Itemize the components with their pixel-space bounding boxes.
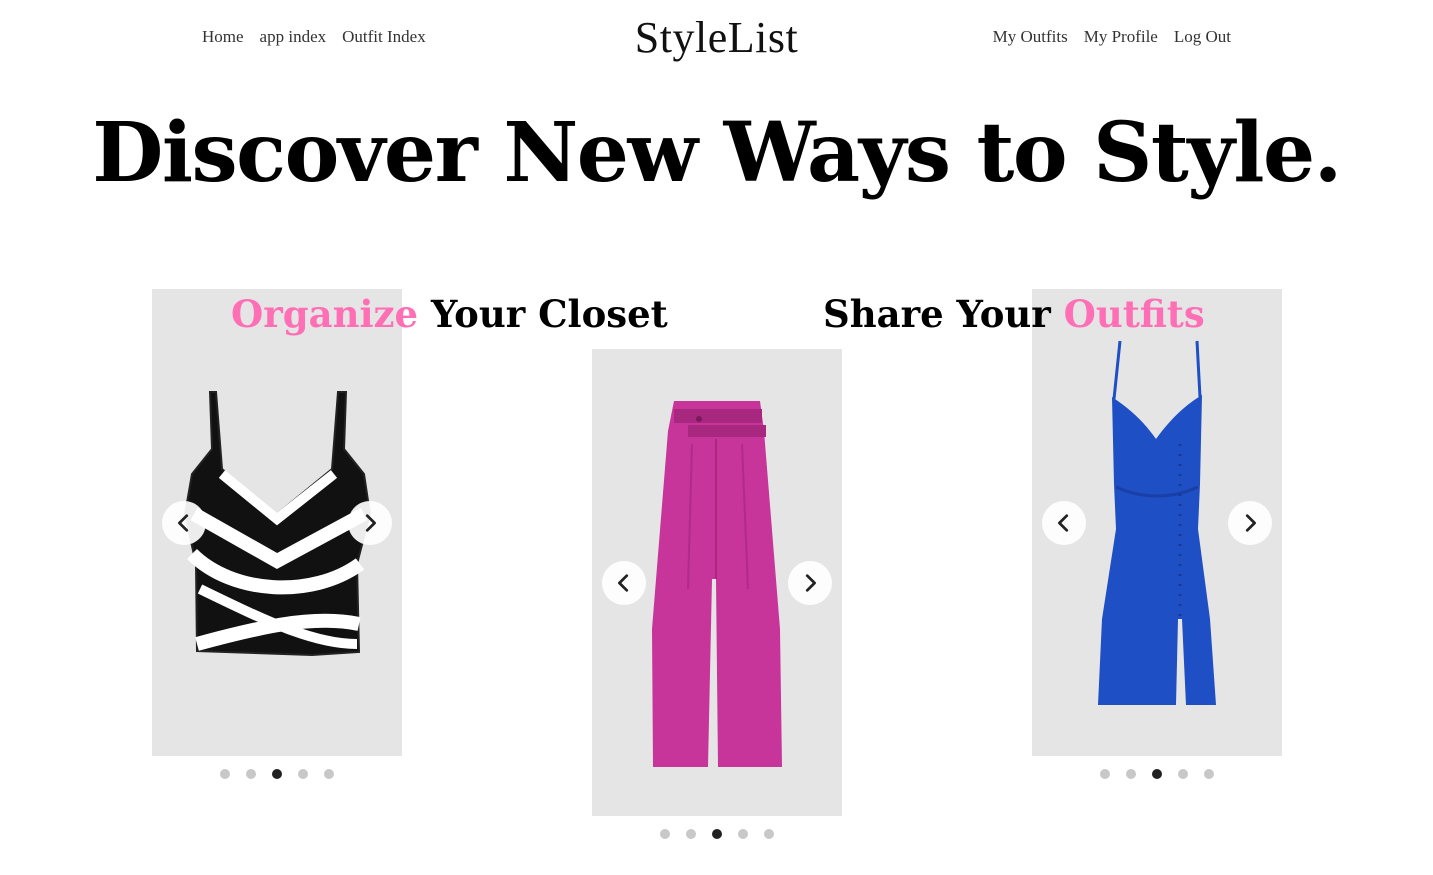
pants-prev-button[interactable] (602, 561, 646, 605)
chevron-left-icon (618, 574, 629, 592)
carousel-dot-active[interactable] (1152, 769, 1162, 779)
carousel-dot[interactable] (764, 829, 774, 839)
tagline-share: Share Your Outfits (823, 290, 1205, 338)
closet-carousel-dots (152, 769, 402, 779)
pants-next-button[interactable] (788, 561, 832, 605)
chevron-right-icon (365, 514, 376, 532)
chevron-left-icon (1058, 514, 1069, 532)
carousel-closet (152, 289, 402, 756)
chevron-right-icon (805, 574, 816, 592)
carousel-dot[interactable] (246, 769, 256, 779)
outfits-prev-button[interactable] (1042, 501, 1086, 545)
outfits-carousel-dots (1032, 769, 1282, 779)
carousel-outfits (1032, 289, 1282, 756)
tagline-organize-rest: Your Closet (418, 292, 668, 336)
carousel-dot[interactable] (660, 829, 670, 839)
nav-right: My Outfits My Profile Log Out (993, 27, 1231, 47)
tagline-share-rest: Share Your (823, 292, 1064, 336)
tagline-organize-accent: Organize (231, 292, 419, 336)
carousel-dot[interactable] (220, 769, 230, 779)
carousel-dot[interactable] (1126, 769, 1136, 779)
chevron-right-icon (1245, 514, 1256, 532)
closet-prev-button[interactable] (162, 501, 206, 545)
hero-title: Discover New Ways to Style. (92, 105, 1342, 201)
carousel-dot-active[interactable] (712, 829, 722, 839)
carousel-dot[interactable] (298, 769, 308, 779)
carousel-dot[interactable] (1100, 769, 1110, 779)
nav-my-outfits-link[interactable]: My Outfits (993, 27, 1068, 47)
outfits-next-button[interactable] (1228, 501, 1272, 545)
carousel-dot[interactable] (1178, 769, 1188, 779)
carousel-dot[interactable] (1204, 769, 1214, 779)
carousel-dot-active[interactable] (272, 769, 282, 779)
carousel-dot[interactable] (738, 829, 748, 839)
chevron-left-icon (178, 514, 189, 532)
tagline-organize: Organize Your Closet (231, 290, 668, 338)
pants-carousel-dots (592, 829, 842, 839)
closet-next-button[interactable] (348, 501, 392, 545)
nav-logout-link[interactable]: Log Out (1174, 27, 1231, 47)
carousel-dot[interactable] (324, 769, 334, 779)
tagline-share-accent: Outfits (1063, 292, 1205, 336)
carousel-dot[interactable] (686, 829, 696, 839)
carousel-pants (592, 349, 842, 816)
nav-my-profile-link[interactable]: My Profile (1084, 27, 1158, 47)
